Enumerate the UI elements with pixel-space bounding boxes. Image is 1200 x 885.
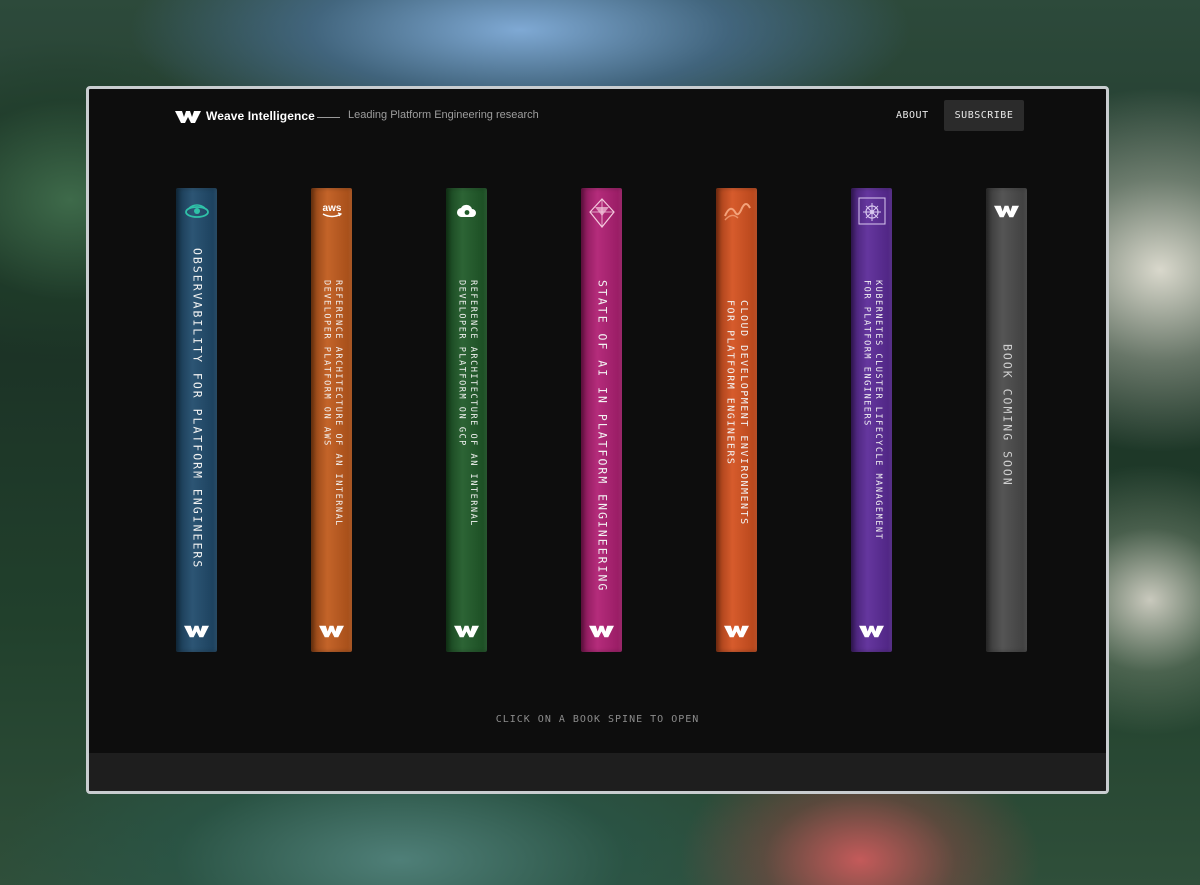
weave-logo-icon [454, 625, 479, 638]
book-spine-aws-reference-architecture[interactable]: aws REFERENCE ARCHITECTURE OF AN INTERNA… [311, 188, 352, 652]
diamond-icon [581, 196, 622, 230]
wave-icon [716, 198, 757, 224]
browser-window: Weave Intelligence Leading Platform Engi… [86, 86, 1109, 794]
header-divider [317, 117, 340, 118]
book-spine-state-of-ai[interactable]: STATE OF AI IN PLATFORM ENGINEERING [581, 188, 622, 652]
book-title: OBSERVABILITY FOR PLATFORM ENGINEERS [190, 248, 205, 570]
footer-bar [89, 753, 1106, 791]
book-title: STATE OF AI IN PLATFORM ENGINEERING [595, 280, 610, 593]
weave-logo-icon[interactable] [175, 111, 201, 123]
weave-logo-icon [859, 625, 884, 638]
book-title: REFERENCE ARCHITECTURE OF AN INTERNAL DE… [456, 280, 479, 527]
helm-wheel-icon [851, 197, 892, 225]
book-spine-cloud-development-environments[interactable]: CLOUD DEVELOPMENT ENVIRONMENTS FOR PLATF… [716, 188, 757, 652]
site-header: Weave Intelligence Leading Platform Engi… [89, 89, 1106, 147]
book-spine-observability[interactable]: OBSERVABILITY FOR PLATFORM ENGINEERS [176, 188, 217, 652]
book-spine-kubernetes-cluster-lifecycle[interactable]: KUBERNETES CLUSTER LIFECYCLE MANAGEMENT … [851, 188, 892, 652]
book-spine-coming-soon[interactable]: BOOK COMING SOON [986, 188, 1027, 652]
weave-logo-icon [184, 625, 209, 638]
book-title: BOOK COMING SOON [1000, 344, 1015, 487]
open-book-hint: CLICK ON A BOOK SPINE TO OPEN [495, 714, 700, 725]
eye-icon [176, 198, 217, 224]
tagline: Leading Platform Engineering research [348, 109, 539, 121]
weave-logo-icon [589, 625, 614, 638]
weave-logo-icon [319, 625, 344, 638]
weave-logo-icon [724, 625, 749, 638]
subscribe-button[interactable]: SUBSCRIBE [944, 100, 1024, 131]
aws-logo-icon: aws [311, 198, 352, 224]
nav-about-link[interactable]: ABOUT [896, 110, 929, 121]
cloud-icon [446, 198, 487, 224]
svg-text:aws: aws [322, 203, 341, 214]
brand-name[interactable]: Weave Intelligence [206, 109, 315, 123]
book-title: CLOUD DEVELOPMENT ENVIRONMENTS FOR PLATF… [724, 300, 750, 526]
weave-logo-icon [986, 198, 1027, 224]
book-title: REFERENCE ARCHITECTURE OF AN INTERNAL DE… [321, 280, 344, 527]
book-spine-gcp-reference-architecture[interactable]: REFERENCE ARCHITECTURE OF AN INTERNAL DE… [446, 188, 487, 652]
book-title: KUBERNETES CLUSTER LIFECYCLE MANAGEMENT … [861, 280, 884, 541]
